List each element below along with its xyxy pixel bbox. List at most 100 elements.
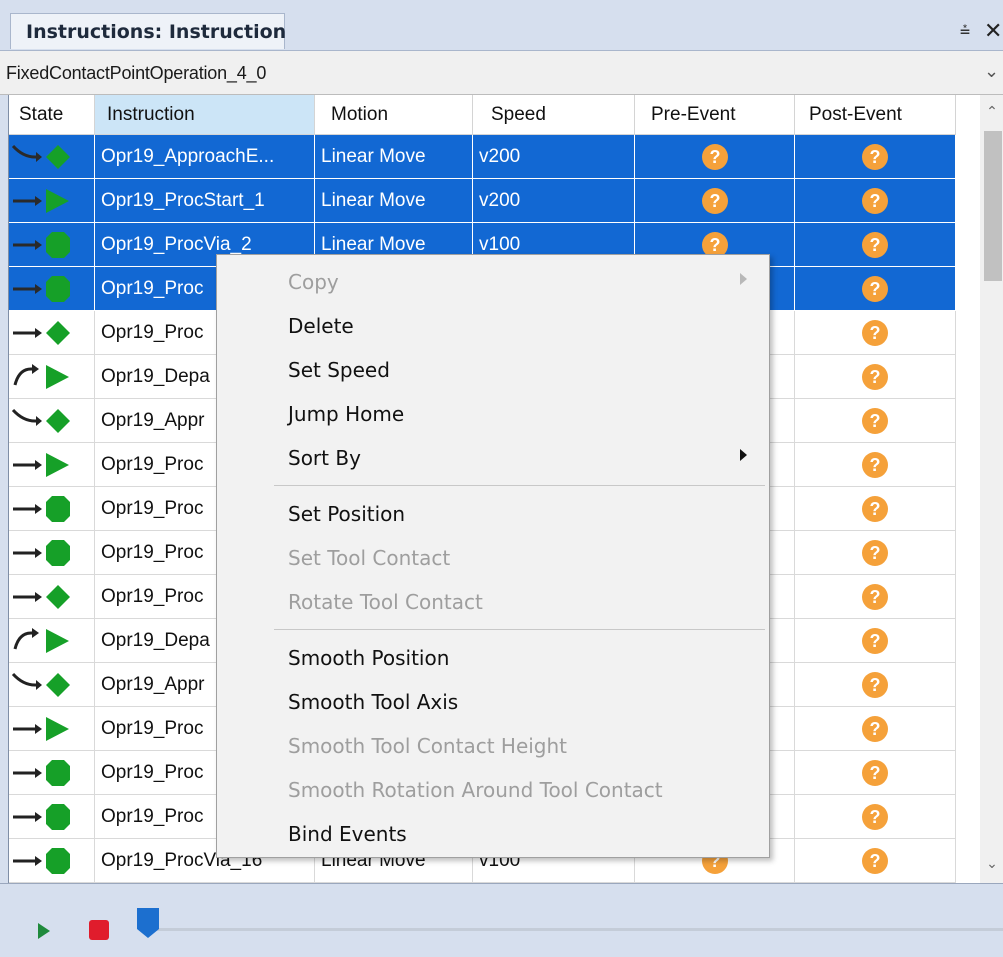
question-icon[interactable]: ?	[862, 540, 888, 566]
question-icon[interactable]: ?	[862, 848, 888, 874]
pre-event-cell[interactable]: ?	[635, 135, 795, 179]
table-row[interactable]: Opr19_ProcStart_1 Linear Move v200??	[9, 179, 956, 223]
menu-item-label: Rotate Tool Contact	[288, 590, 483, 614]
post-event-cell[interactable]: ?	[795, 223, 956, 267]
menu-separator	[274, 485, 765, 486]
menu-item-sort-by[interactable]: Sort By	[218, 435, 768, 479]
pin-icon[interactable]: ⩮	[955, 20, 975, 44]
post-event-cell[interactable]: ?	[795, 751, 956, 795]
menu-item-label: Sort By	[288, 446, 361, 470]
column-header-post-event[interactable]: Post-Event	[795, 95, 956, 135]
question-icon[interactable]: ?	[862, 804, 888, 830]
post-event-cell[interactable]: ?	[795, 487, 956, 531]
end-diamond-icon	[9, 311, 95, 355]
menu-item-label: Jump Home	[288, 402, 405, 426]
post-event-cell[interactable]: ?	[795, 443, 956, 487]
question-icon[interactable]: ?	[862, 452, 888, 478]
question-icon[interactable]: ?	[862, 628, 888, 654]
speed-cell[interactable]: v200	[473, 179, 635, 223]
menu-item-set-speed[interactable]: Set Speed	[218, 347, 768, 391]
question-icon[interactable]: ?	[862, 760, 888, 786]
timeline-slider-track[interactable]	[140, 928, 1003, 931]
timeline-slider-thumb[interactable]	[137, 908, 159, 938]
column-header-instruction[interactable]: Instruction	[95, 95, 315, 135]
post-event-cell[interactable]: ?	[795, 619, 956, 663]
via-octagon-icon	[9, 839, 95, 883]
table-row[interactable]: Opr19_ApproachE... Linear Move v200??	[9, 135, 956, 179]
close-icon[interactable]: ✕	[984, 18, 1003, 44]
end-diamond-icon	[9, 575, 95, 619]
column-header-speed[interactable]: Speed	[473, 95, 635, 135]
speed-cell[interactable]: v200	[473, 135, 635, 179]
approach-diamond-icon	[9, 135, 95, 179]
post-event-cell[interactable]: ?	[795, 795, 956, 839]
question-icon[interactable]: ?	[862, 408, 888, 434]
post-event-cell[interactable]: ?	[795, 311, 956, 355]
menu-item-label: Set Position	[288, 502, 406, 526]
question-icon[interactable]: ?	[862, 672, 888, 698]
context-menu: Copy Delete Set Speed Jump Home Sort By Set P…	[216, 254, 770, 858]
menu-item-label: Delete	[288, 314, 354, 338]
post-event-cell[interactable]: ?	[795, 575, 956, 619]
scrollbar-thumb[interactable]	[984, 131, 1002, 281]
menu-item-smooth-tool-contact-height: Smooth Tool Contact Height	[218, 723, 768, 767]
playback-bar	[0, 883, 1003, 957]
instruction-cell[interactable]: Opr19_ApproachE...	[95, 135, 315, 179]
post-event-cell[interactable]: ?	[795, 267, 956, 311]
menu-item-copy: Copy	[218, 259, 768, 303]
stop-icon[interactable]	[89, 920, 109, 940]
vertical-scrollbar[interactable]: ⌃ ⌄	[980, 95, 1003, 883]
column-header-motion[interactable]: Motion	[315, 95, 473, 135]
menu-separator	[274, 629, 765, 630]
column-header-state[interactable]: State	[9, 95, 95, 135]
post-event-cell[interactable]: ?	[795, 135, 956, 179]
panel-tabstrip: Instructions: Instruction ⩮ ✕	[0, 0, 1003, 50]
via-octagon-icon	[9, 795, 95, 839]
start-triangle-icon	[9, 707, 95, 751]
question-icon[interactable]: ?	[862, 716, 888, 742]
menu-item-smooth-tool-axis[interactable]: Smooth Tool Axis	[218, 679, 768, 723]
menu-item-smooth-position[interactable]: Smooth Position	[218, 635, 768, 679]
menu-item-label: Bind Events	[288, 822, 407, 846]
menu-item-set-position[interactable]: Set Position	[218, 491, 768, 535]
post-event-cell[interactable]: ?	[795, 707, 956, 751]
menu-item-jump-home[interactable]: Jump Home	[218, 391, 768, 435]
approach-diamond-icon	[9, 663, 95, 707]
start-triangle-icon	[9, 443, 95, 487]
question-icon[interactable]: ?	[862, 364, 888, 390]
post-event-cell[interactable]: ?	[795, 663, 956, 707]
question-icon[interactable]: ?	[862, 584, 888, 610]
scroll-down-icon[interactable]: ⌄	[980, 855, 1003, 877]
post-event-cell[interactable]: ?	[795, 399, 956, 443]
post-event-cell[interactable]: ?	[795, 179, 956, 223]
tab-instructions[interactable]: Instructions: Instruction	[10, 13, 286, 49]
operation-dropdown[interactable]: FixedContactPointOperation_4_0 ⌄	[0, 50, 1003, 95]
question-icon[interactable]: ?	[862, 276, 888, 302]
play-icon[interactable]	[38, 923, 50, 939]
scroll-up-icon[interactable]: ⌃	[980, 103, 1003, 125]
question-icon[interactable]: ?	[862, 188, 888, 214]
post-event-cell[interactable]: ?	[795, 839, 956, 883]
post-event-cell[interactable]: ?	[795, 355, 956, 399]
menu-item-label: Smooth Tool Axis	[288, 690, 459, 714]
operation-selected-value: FixedContactPointOperation_4_0	[6, 63, 267, 83]
instruction-cell[interactable]: Opr19_ProcStart_1	[95, 179, 315, 223]
question-icon[interactable]: ?	[702, 144, 728, 170]
via-octagon-icon	[9, 267, 95, 311]
post-event-cell[interactable]: ?	[795, 531, 956, 575]
via-octagon-icon	[9, 223, 95, 267]
depart-triangle-icon	[9, 355, 95, 399]
chevron-down-icon[interactable]: ⌄	[984, 61, 1003, 82]
column-header-pre-event[interactable]: Pre-Event	[635, 95, 795, 135]
question-icon[interactable]: ?	[702, 188, 728, 214]
pre-event-cell[interactable]: ?	[635, 179, 795, 223]
question-icon[interactable]: ?	[862, 320, 888, 346]
question-icon[interactable]: ?	[862, 144, 888, 170]
menu-item-delete[interactable]: Delete	[218, 303, 768, 347]
motion-cell[interactable]: Linear Move	[315, 179, 473, 223]
question-icon[interactable]: ?	[862, 232, 888, 258]
question-icon[interactable]: ?	[862, 496, 888, 522]
motion-cell[interactable]: Linear Move	[315, 135, 473, 179]
via-octagon-icon	[9, 751, 95, 795]
menu-item-bind-events[interactable]: Bind Events	[218, 811, 768, 855]
